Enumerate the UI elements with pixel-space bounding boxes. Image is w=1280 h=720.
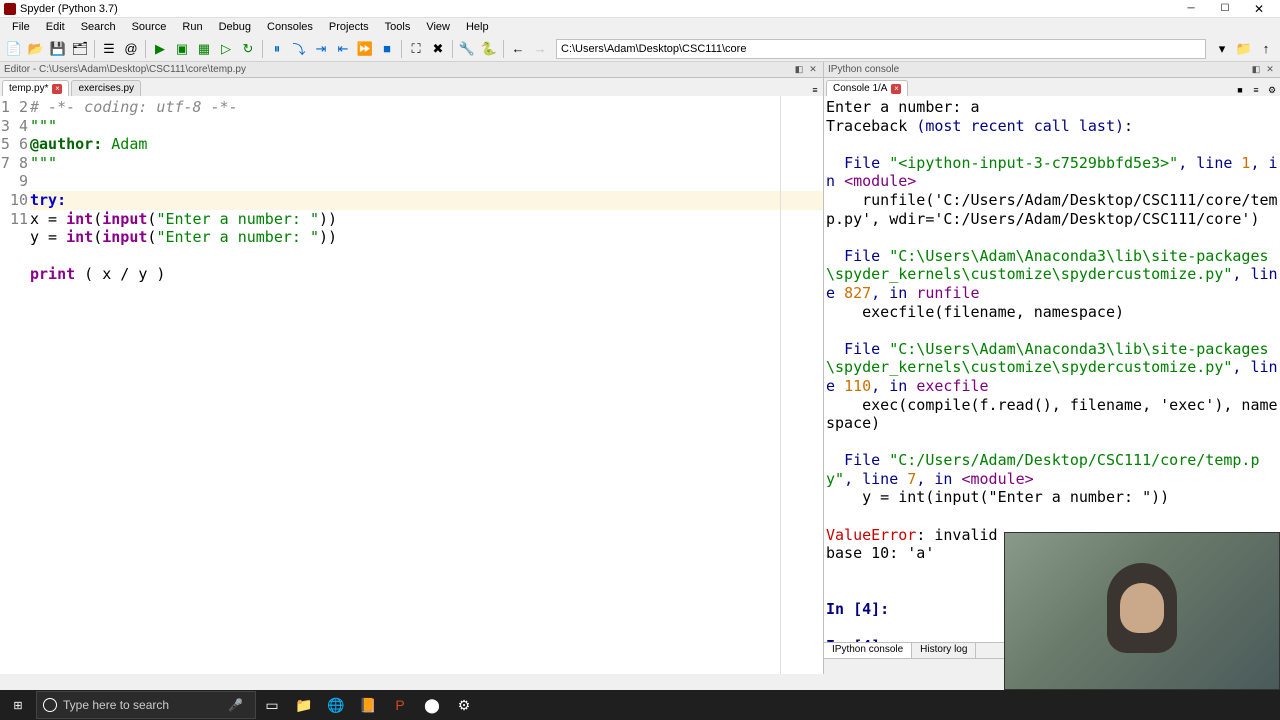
menu-view[interactable]: View (418, 19, 458, 35)
console-gear-icon[interactable]: ⚙ (1266, 84, 1278, 96)
app-icon (4, 3, 16, 15)
file-explorer-icon[interactable]: 📁 (288, 690, 320, 720)
ipython-options-icon[interactable]: ◧ (1250, 64, 1262, 76)
menu-search[interactable]: Search (73, 19, 124, 35)
menu-debug[interactable]: Debug (211, 19, 259, 35)
tab-close-icon[interactable]: × (891, 84, 901, 94)
task-view-icon[interactable]: ▭ (256, 690, 288, 720)
run-icon[interactable]: ▶ (150, 39, 170, 59)
fullscreen-icon[interactable]: ✖ (428, 39, 448, 59)
powerpoint-icon[interactable]: P (384, 690, 416, 720)
tab-temp-py[interactable]: temp.py* × (2, 80, 69, 96)
tab-label: exercises.py (78, 83, 134, 94)
path-dropdown-icon[interactable]: ▾ (1212, 39, 1232, 59)
ipython-pane-header: IPython console ◧ ✕ (824, 62, 1280, 78)
start-button[interactable]: ⊞ (0, 690, 36, 720)
menu-edit[interactable]: Edit (38, 19, 73, 35)
menu-help[interactable]: Help (458, 19, 497, 35)
menu-consoles[interactable]: Consoles (259, 19, 321, 35)
menu-file[interactable]: File (4, 19, 38, 35)
line-gutter: 1 2 3 4 5 6 7 8 9 10 11 (0, 96, 30, 674)
menubar: File Edit Search Source Run Debug Consol… (0, 18, 1280, 36)
save-all-icon[interactable]: 🗂 (70, 39, 90, 59)
tab-label: temp.py* (9, 83, 48, 94)
python-path-icon[interactable]: 🐍 (479, 39, 499, 59)
editor-pane-title: Editor - C:\Users\Adam\Desktop\CSC111\co… (4, 64, 791, 75)
tab-label: Console 1/A (833, 83, 887, 94)
open-file-icon[interactable]: 📂 (26, 39, 46, 59)
menu-tools[interactable]: Tools (377, 19, 419, 35)
run-cell-icon[interactable]: ▣ (172, 39, 192, 59)
maximize-pane-icon[interactable]: ⛶ (406, 39, 426, 59)
rerun-icon[interactable]: ↻ (238, 39, 258, 59)
taskbar-search[interactable]: Type here to search 🎤 (36, 691, 256, 719)
console-stop-icon[interactable]: ■ (1234, 84, 1246, 96)
code-editor[interactable]: 1 2 3 4 5 6 7 8 9 10 11 # -*- coding: ut… (0, 96, 823, 674)
step-out-icon[interactable]: ⇤ (333, 39, 353, 59)
stop-icon[interactable]: ■ (377, 39, 397, 59)
menu-projects[interactable]: Projects (321, 19, 377, 35)
editor-tabs: temp.py* × exercises.py ≡ (0, 78, 823, 96)
windows-taskbar: ⊞ Type here to search 🎤 ▭ 📁 🌐 📙 P ⬤ ⚙ (0, 690, 1280, 720)
run-cell-advance-icon[interactable]: ▦ (194, 39, 214, 59)
obs-icon[interactable]: ⬤ (416, 690, 448, 720)
minimize-button[interactable]: ─ (1178, 1, 1204, 17)
ipython-pane-title: IPython console (828, 64, 1248, 75)
ipython-close-icon[interactable]: ✕ (1264, 64, 1276, 76)
toolbar: 📄 📂 💾 🗂 ☰ @ ▶ ▣ ▦ ▷ ↻ ⏸ ⤵ ⇥ ⇤ ⏩ ■ ⛶ ✖ 🔧 … (0, 36, 1280, 62)
new-file-icon[interactable]: 📄 (4, 39, 24, 59)
parent-dir-icon[interactable]: ↑ (1256, 39, 1276, 59)
editor-close-icon[interactable]: ✕ (807, 64, 819, 76)
spyder-taskbar-icon[interactable]: ⚙ (448, 690, 480, 720)
tab-browse-icon[interactable]: ≡ (809, 84, 821, 96)
tab-close-icon[interactable]: × (52, 84, 62, 94)
menu-run[interactable]: Run (174, 19, 210, 35)
search-placeholder: Type here to search (63, 698, 169, 712)
maximize-button[interactable]: ☐ (1212, 1, 1238, 17)
tab-exercises-py[interactable]: exercises.py (71, 80, 141, 96)
sublime-icon[interactable]: 📙 (352, 690, 384, 720)
editor-pane-header: Editor - C:\Users\Adam\Desktop\CSC111\co… (0, 62, 823, 78)
editor-options-icon[interactable]: ◧ (793, 64, 805, 76)
tab-history-log[interactable]: History log (912, 643, 976, 658)
console-tabs: Console 1/A × ■ ≡ ⚙ (824, 78, 1280, 96)
back-icon[interactable]: ← (508, 39, 528, 59)
titlebar: Spyder (Python 3.7) ─ ☐ ✕ (0, 0, 1280, 18)
at-icon[interactable]: @ (121, 39, 141, 59)
run-selection-icon[interactable]: ▷ (216, 39, 236, 59)
close-button[interactable]: ✕ (1246, 1, 1272, 17)
debug-icon[interactable]: ⏸ (267, 39, 287, 59)
preferences-icon[interactable]: 🔧 (457, 39, 477, 59)
forward-icon[interactable]: → (530, 39, 550, 59)
list-icon[interactable]: ☰ (99, 39, 119, 59)
tab-console-1a[interactable]: Console 1/A × (826, 80, 908, 96)
chrome-icon[interactable]: 🌐 (320, 690, 352, 720)
browse-dir-icon[interactable]: 📁 (1234, 39, 1254, 59)
window-title: Spyder (Python 3.7) (20, 3, 1178, 15)
step-into-icon[interactable]: ⇥ (311, 39, 331, 59)
continue-icon[interactable]: ⏩ (355, 39, 375, 59)
working-dir-input[interactable]: C:\Users\Adam\Desktop\CSC111\core (556, 39, 1206, 59)
cortana-icon (43, 698, 57, 712)
webcam-overlay (1004, 532, 1280, 690)
tab-ipython-console[interactable]: IPython console (824, 643, 912, 658)
mic-icon[interactable]: 🎤 (228, 698, 243, 712)
code-area[interactable]: # -*- coding: utf-8 -*- """ @author: Ada… (30, 96, 823, 674)
console-options-icon[interactable]: ≡ (1250, 84, 1262, 96)
save-icon[interactable]: 💾 (48, 39, 68, 59)
menu-source[interactable]: Source (124, 19, 175, 35)
step-over-icon[interactable]: ⤵ (289, 39, 309, 59)
